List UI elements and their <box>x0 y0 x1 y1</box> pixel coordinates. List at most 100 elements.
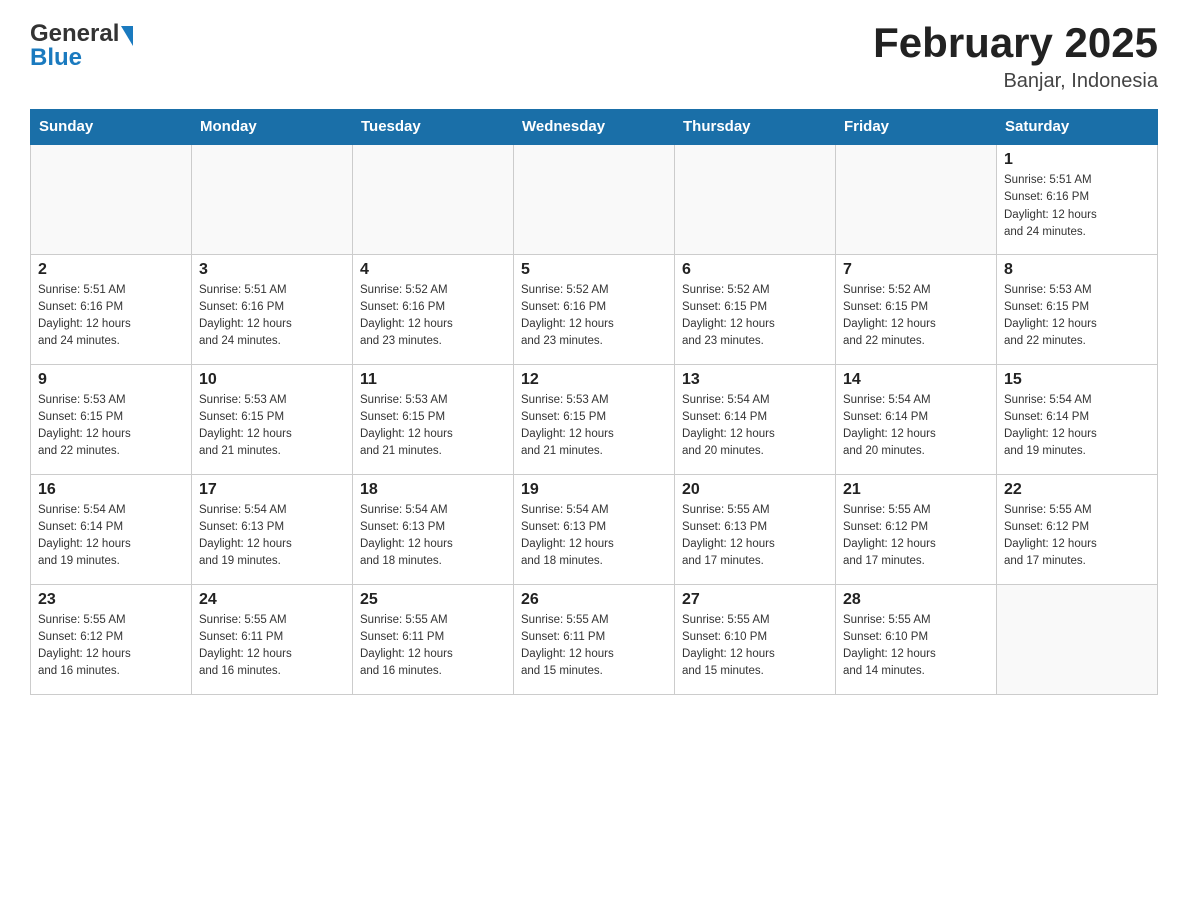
calendar-cell: 21 Sunrise: 5:55 AM Sunset: 6:12 PM Dayli… <box>836 474 997 584</box>
calendar-cell <box>192 144 353 254</box>
day-number: 21 <box>843 481 989 499</box>
day-number: 23 <box>38 591 184 609</box>
calendar-cell: 11 Sunrise: 5:53 AM Sunset: 6:15 PM Dayli… <box>353 364 514 474</box>
header-monday: Monday <box>192 110 353 145</box>
calendar-title: February 2025 <box>873 20 1158 66</box>
calendar-cell: 7 Sunrise: 5:52 AM Sunset: 6:15 PM Daylig… <box>836 254 997 364</box>
day-info: Sunrise: 5:53 AM Sunset: 6:15 PM Dayligh… <box>199 392 345 461</box>
day-info: Sunrise: 5:55 AM Sunset: 6:11 PM Dayligh… <box>360 612 506 681</box>
day-info: Sunrise: 5:55 AM Sunset: 6:11 PM Dayligh… <box>199 612 345 681</box>
day-info: Sunrise: 5:53 AM Sunset: 6:15 PM Dayligh… <box>1004 282 1150 351</box>
day-number: 16 <box>38 481 184 499</box>
day-info: Sunrise: 5:54 AM Sunset: 6:13 PM Dayligh… <box>521 502 667 571</box>
header-tuesday: Tuesday <box>353 110 514 145</box>
day-info: Sunrise: 5:55 AM Sunset: 6:12 PM Dayligh… <box>38 612 184 681</box>
header-friday: Friday <box>836 110 997 145</box>
calendar-cell: 20 Sunrise: 5:55 AM Sunset: 6:13 PM Dayli… <box>675 474 836 584</box>
calendar-cell: 8 Sunrise: 5:53 AM Sunset: 6:15 PM Daylig… <box>997 254 1158 364</box>
day-info: Sunrise: 5:52 AM Sunset: 6:16 PM Dayligh… <box>360 282 506 351</box>
calendar-cell: 9 Sunrise: 5:53 AM Sunset: 6:15 PM Daylig… <box>31 364 192 474</box>
day-number: 26 <box>521 591 667 609</box>
calendar-cell: 16Sunrise: 5:54 AM Sunset: 6:14 PM Dayli… <box>31 474 192 584</box>
day-number: 4 <box>360 261 506 279</box>
calendar-week-row: 9 Sunrise: 5:53 AM Sunset: 6:15 PM Daylig… <box>31 364 1158 474</box>
day-number: 15 <box>1004 371 1150 389</box>
calendar-cell: 12 Sunrise: 5:53 AM Sunset: 6:15 PM Dayli… <box>514 364 675 474</box>
day-number: 24 <box>199 591 345 609</box>
day-info: Sunrise: 5:52 AM Sunset: 6:15 PM Dayligh… <box>843 282 989 351</box>
day-info: Sunrise: 5:54 AM Sunset: 6:14 PM Dayligh… <box>843 392 989 461</box>
day-number: 7 <box>843 261 989 279</box>
day-number: 17 <box>199 481 345 499</box>
calendar-cell: 6 Sunrise: 5:52 AM Sunset: 6:15 PM Daylig… <box>675 254 836 364</box>
day-info: Sunrise: 5:55 AM Sunset: 6:10 PM Dayligh… <box>843 612 989 681</box>
header: General Blue February 2025 Banjar, Indon… <box>30 20 1158 93</box>
day-info: Sunrise: 5:55 AM Sunset: 6:12 PM Dayligh… <box>1004 502 1150 571</box>
calendar-cell: 17 Sunrise: 5:54 AM Sunset: 6:13 PM Dayli… <box>192 474 353 584</box>
day-info: Sunrise: 5:52 AM Sunset: 6:15 PM Dayligh… <box>682 282 828 351</box>
day-number: 8 <box>1004 261 1150 279</box>
day-number: 19 <box>521 481 667 499</box>
logo: General Blue <box>30 20 133 72</box>
header-thursday: Thursday <box>675 110 836 145</box>
day-info: Sunrise: 5:54 AM Sunset: 6:13 PM Dayligh… <box>199 502 345 571</box>
calendar-week-row: 1 Sunrise: 5:51 AM Sunset: 6:16 PM Daylig… <box>31 144 1158 254</box>
calendar-cell: 25 Sunrise: 5:55 AM Sunset: 6:11 PM Dayli… <box>353 584 514 694</box>
calendar-cell <box>997 584 1158 694</box>
calendar-cell: 19 Sunrise: 5:54 AM Sunset: 6:13 PM Dayli… <box>514 474 675 584</box>
day-number: 28 <box>843 591 989 609</box>
calendar-cell: 5Sunrise: 5:52 AM Sunset: 6:16 PM Daylig… <box>514 254 675 364</box>
day-number: 22 <box>1004 481 1150 499</box>
calendar-cell: 15 Sunrise: 5:54 AM Sunset: 6:14 PM Dayli… <box>997 364 1158 474</box>
day-info: Sunrise: 5:53 AM Sunset: 6:15 PM Dayligh… <box>521 392 667 461</box>
day-number: 27 <box>682 591 828 609</box>
calendar-cell: 10 Sunrise: 5:53 AM Sunset: 6:15 PM Dayli… <box>192 364 353 474</box>
calendar-cell: 13 Sunrise: 5:54 AM Sunset: 6:14 PM Dayli… <box>675 364 836 474</box>
day-number: 18 <box>360 481 506 499</box>
day-number: 11 <box>360 371 506 389</box>
calendar-cell: 28 Sunrise: 5:55 AM Sunset: 6:10 PM Dayli… <box>836 584 997 694</box>
day-number: 14 <box>843 371 989 389</box>
day-number: 12 <box>521 371 667 389</box>
calendar-table: Sunday Monday Tuesday Wednesday Thursday… <box>30 109 1158 695</box>
calendar-cell: 23 Sunrise: 5:55 AM Sunset: 6:12 PM Dayli… <box>31 584 192 694</box>
day-info: Sunrise: 5:54 AM Sunset: 6:14 PM Dayligh… <box>1004 392 1150 461</box>
calendar-cell <box>836 144 997 254</box>
calendar-cell <box>353 144 514 254</box>
calendar-cell <box>31 144 192 254</box>
day-info: Sunrise: 5:51 AM Sunset: 6:16 PM Dayligh… <box>199 282 345 351</box>
logo-arrow-icon <box>121 26 133 46</box>
calendar-week-row: 16Sunrise: 5:54 AM Sunset: 6:14 PM Dayli… <box>31 474 1158 584</box>
day-info: Sunrise: 5:54 AM Sunset: 6:14 PM Dayligh… <box>682 392 828 461</box>
day-number: 13 <box>682 371 828 389</box>
calendar-cell: 27Sunrise: 5:55 AM Sunset: 6:10 PM Dayli… <box>675 584 836 694</box>
calendar-cell <box>514 144 675 254</box>
day-number: 1 <box>1004 151 1150 169</box>
day-number: 20 <box>682 481 828 499</box>
calendar-cell: 4 Sunrise: 5:52 AM Sunset: 6:16 PM Daylig… <box>353 254 514 364</box>
day-info: Sunrise: 5:53 AM Sunset: 6:15 PM Dayligh… <box>360 392 506 461</box>
logo-blue-text: Blue <box>30 44 82 72</box>
calendar-body: 1 Sunrise: 5:51 AM Sunset: 6:16 PM Daylig… <box>31 144 1158 694</box>
day-number: 6 <box>682 261 828 279</box>
calendar-cell: 1 Sunrise: 5:51 AM Sunset: 6:16 PM Daylig… <box>997 144 1158 254</box>
day-number: 9 <box>38 371 184 389</box>
calendar-cell: 2Sunrise: 5:51 AM Sunset: 6:16 PM Daylig… <box>31 254 192 364</box>
title-area: February 2025 Banjar, Indonesia <box>873 20 1158 93</box>
day-number: 3 <box>199 261 345 279</box>
calendar-week-row: 2Sunrise: 5:51 AM Sunset: 6:16 PM Daylig… <box>31 254 1158 364</box>
calendar-week-row: 23 Sunrise: 5:55 AM Sunset: 6:12 PM Dayli… <box>31 584 1158 694</box>
calendar-cell: 24 Sunrise: 5:55 AM Sunset: 6:11 PM Dayli… <box>192 584 353 694</box>
day-info: Sunrise: 5:55 AM Sunset: 6:12 PM Dayligh… <box>843 502 989 571</box>
day-number: 25 <box>360 591 506 609</box>
calendar-cell <box>675 144 836 254</box>
header-wednesday: Wednesday <box>514 110 675 145</box>
day-info: Sunrise: 5:55 AM Sunset: 6:11 PM Dayligh… <box>521 612 667 681</box>
day-info: Sunrise: 5:51 AM Sunset: 6:16 PM Dayligh… <box>38 282 184 351</box>
day-info: Sunrise: 5:53 AM Sunset: 6:15 PM Dayligh… <box>38 392 184 461</box>
day-info: Sunrise: 5:51 AM Sunset: 6:16 PM Dayligh… <box>1004 172 1150 241</box>
day-number: 10 <box>199 371 345 389</box>
calendar-subtitle: Banjar, Indonesia <box>873 70 1158 93</box>
day-info: Sunrise: 5:55 AM Sunset: 6:13 PM Dayligh… <box>682 502 828 571</box>
calendar-cell: 3 Sunrise: 5:51 AM Sunset: 6:16 PM Daylig… <box>192 254 353 364</box>
